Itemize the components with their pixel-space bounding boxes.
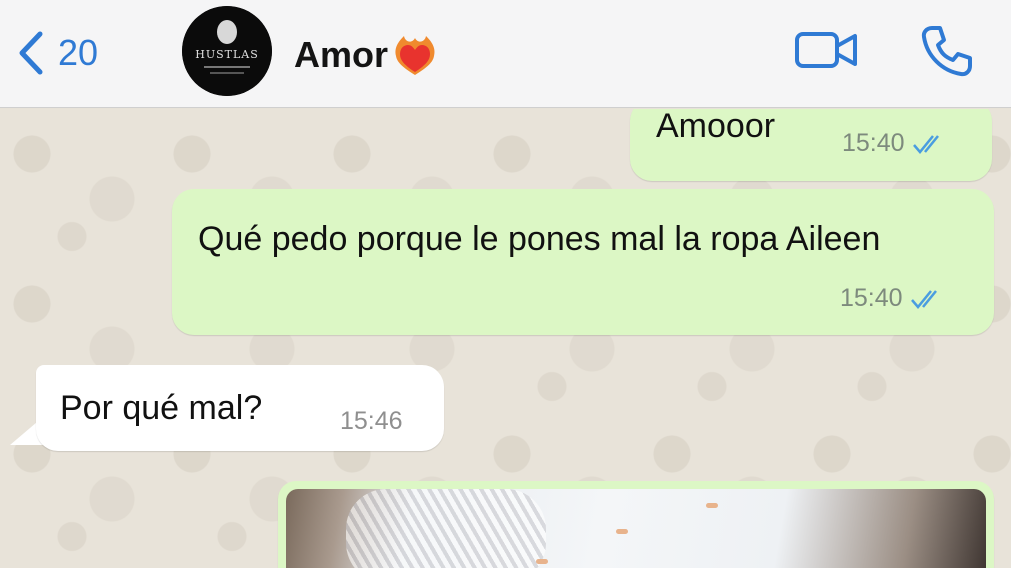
message-text: Qué pedo porque le pones mal la ropa Ail…: [198, 220, 881, 258]
message-outgoing[interactable]: Amooor 15:40: [630, 109, 992, 181]
heart-on-fire-icon: [395, 36, 435, 75]
message-time: 15:40: [842, 129, 905, 157]
chat-header: 20 HUSTLAS Amor: [0, 0, 1011, 108]
svg-text:HUSTLAS: HUSTLAS: [195, 48, 259, 61]
message-outgoing[interactable]: Qué pedo porque le pones mal la ropa Ail…: [172, 189, 994, 335]
read-ticks-icon: [912, 134, 939, 154]
photo-detail: [346, 489, 546, 568]
message-text: Por qué mal?: [60, 389, 263, 427]
message-incoming[interactable]: Por qué mal? 15:46: [36, 365, 444, 451]
message-text: Amooor: [656, 109, 776, 145]
contact-name[interactable]: Amor: [294, 32, 438, 78]
avatar[interactable]: HUSTLAS: [182, 6, 272, 96]
avatar-logo: HUSTLAS: [182, 6, 272, 96]
photo-detail: [536, 559, 548, 564]
message-meta: 15:40: [842, 129, 951, 158]
video-call-button[interactable]: [794, 24, 860, 83]
message-meta: 15:40: [840, 284, 949, 313]
chat-area[interactable]: Amooor 15:40 Qué pedo porque le pones ma…: [0, 109, 1011, 568]
video-camera-icon: [795, 32, 857, 68]
phone-icon: [921, 26, 972, 77]
read-ticks-icon: [910, 289, 937, 309]
voice-call-button[interactable]: [918, 24, 974, 85]
back-button[interactable]: 20: [18, 26, 98, 80]
message-time: 15:46: [340, 407, 403, 435]
contact-name-text: Amor: [294, 34, 389, 75]
message-time: 15:40: [840, 284, 903, 312]
message-image[interactable]: [278, 481, 994, 568]
photo-detail: [616, 529, 628, 534]
photo-thumbnail[interactable]: [286, 489, 986, 568]
chevron-left-icon: [19, 31, 43, 75]
photo-detail: [706, 503, 718, 508]
unread-count: 20: [58, 32, 99, 73]
